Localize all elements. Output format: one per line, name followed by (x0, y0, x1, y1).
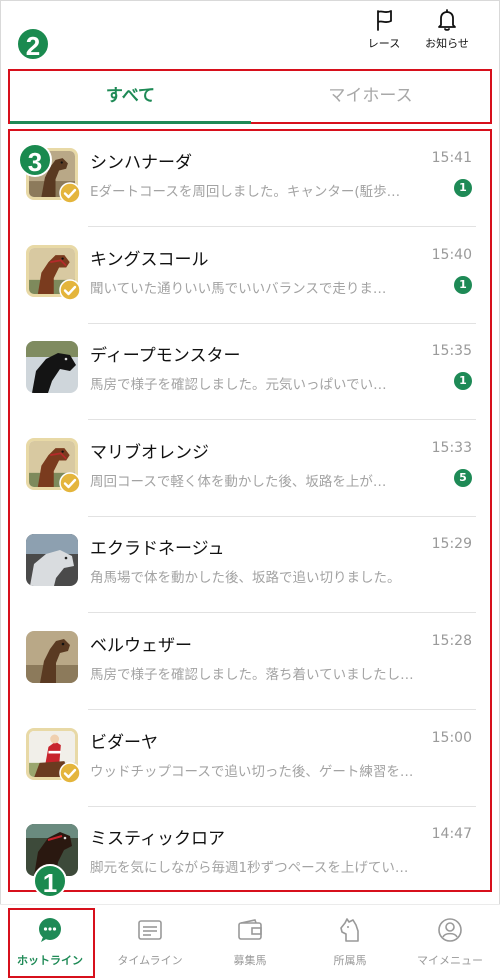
horse-name: マリブオレンジ (90, 442, 209, 463)
horse-name: シンハナーダ (90, 153, 192, 173)
tab-bar: すべて マイホース (8, 69, 492, 124)
horse-name: ミスティックロア (90, 829, 225, 850)
message-preview: Eダートコースを周回しました。キャンター(駈歩… (90, 184, 401, 200)
nav-owned-label: 所属馬 (333, 954, 367, 967)
verified-check-icon (59, 761, 81, 784)
unread-count-badge: 5 (454, 468, 472, 487)
message-time: 15:33 (431, 439, 472, 456)
message-row[interactable]: キングスコール 15:40 聞いていた通りいい馬でいいバランスで走りま… 1 (10, 228, 490, 324)
verified-check-icon (59, 472, 81, 494)
horse-name: ビダーヤ (90, 732, 158, 753)
message-row[interactable]: エクラドネージュ 15:29 角馬場で体を動かした後、坂路で追い切りました。 (10, 517, 490, 614)
nav-hot-line-label: ホットライン (17, 954, 83, 967)
message-time: 14:47 (431, 826, 472, 843)
tab-all[interactable]: すべて (10, 71, 251, 122)
bottom-nav: ホットライン タイムライン 募集馬 所属馬 マイメニュー (0, 904, 500, 980)
message-time: 15:29 (431, 536, 472, 553)
flag-icon (377, 10, 392, 31)
message-time: 15:41 (431, 150, 472, 166)
nav-owned[interactable]: 所属馬 (300, 905, 400, 980)
message-row[interactable]: ビダーヤ 15:00 ウッドチップコースで追い切った後、ゲート練習を… (10, 711, 490, 807)
message-row[interactable]: ミスティックロア 14:47 脚元を気にしながら毎週1秒ずつペースを上げてい… (10, 807, 490, 890)
tab-my-horse[interactable]: マイホース (251, 71, 490, 122)
message-preview: 周回コースで軽く体を動かした後、坂路を上が… (90, 473, 387, 490)
horse-name: ディープモンスター (90, 346, 241, 367)
message-preview: 角馬場で体を動かした後、坂路で追い切りました。 (90, 570, 401, 587)
horse-thumbnail (26, 534, 78, 587)
chat-bubble-icon (39, 918, 61, 942)
message-time: 15:00 (431, 729, 472, 746)
message-preview: 馬房で様子を確認しました。元気いっぱいでい… (90, 377, 387, 394)
notice-button[interactable]: お知らせ (422, 8, 472, 60)
horse-thumbnail (26, 631, 78, 683)
notice-label: お知らせ (425, 37, 469, 50)
horse-name: ベルウェザー (90, 636, 192, 656)
nav-recruit[interactable]: 募集馬 (200, 905, 300, 980)
timeline-icon (138, 920, 162, 940)
message-row[interactable]: マリブオレンジ 15:33 周回コースで軽く体を動かした後、坂路を上が… 5 (10, 421, 490, 517)
horse-name: キングスコール (90, 249, 209, 270)
nav-timeline[interactable]: タイムライン (100, 905, 200, 980)
unread-count-badge: 1 (454, 372, 472, 391)
horse-name: エクラドネージュ (90, 539, 225, 560)
horse-head-icon (340, 918, 359, 942)
message-preview: 脚元を気にしながら毎週1秒ずつペースを上げてい… (90, 860, 409, 877)
message-row[interactable]: ベルウェザー 15:28 馬房で様子を確認しました。落ち着いていましたし… (10, 614, 490, 710)
message-preview: 聞いていた通りいい馬でいいバランスで走りま… (90, 280, 387, 297)
nav-recruit-label: 募集馬 (233, 954, 267, 967)
verified-check-icon (59, 278, 81, 301)
message-row[interactable]: シンハナーダ 15:41 Eダートコースを周回しました。キャンター(駈歩… 1 (10, 131, 490, 227)
bell-icon (438, 9, 456, 31)
message-time: 15:35 (431, 343, 472, 360)
message-preview: 馬房で様子を確認しました。落ち着いていましたし… (90, 667, 414, 683)
message-row[interactable]: ディープモンスター 15:35 馬房で様子を確認しました。元気いっぱいでい… 1 (10, 324, 490, 421)
race-button[interactable]: レース (359, 8, 409, 60)
top-header: レース お知らせ (0, 0, 500, 66)
callout-1: 1 (33, 864, 67, 898)
horse-thumbnail (26, 341, 78, 394)
nav-timeline-label: タイムライン (117, 954, 183, 967)
callout-3: 3 (18, 143, 52, 177)
nav-my-menu-label: マイメニュー (417, 954, 483, 967)
tab-active-indicator (10, 121, 251, 124)
message-list: シンハナーダ 15:41 Eダートコースを周回しました。キャンター(駈歩… 1 キングス… (8, 129, 492, 892)
user-circle-icon (438, 918, 462, 942)
unread-count-badge: 1 (454, 179, 472, 197)
unread-count-badge: 1 (454, 275, 472, 294)
verified-check-icon (59, 182, 81, 204)
nav-my-menu[interactable]: マイメニュー (400, 905, 500, 980)
message-time: 15:40 (431, 246, 472, 263)
message-preview: ウッドチップコースで追い切った後、ゲート練習を… (90, 763, 414, 780)
message-time: 15:28 (431, 633, 472, 649)
callout-2: 2 (16, 27, 50, 61)
race-label: レース (367, 37, 401, 50)
wallet-icon (238, 919, 262, 940)
nav-hot-line[interactable]: ホットライン (0, 905, 100, 980)
